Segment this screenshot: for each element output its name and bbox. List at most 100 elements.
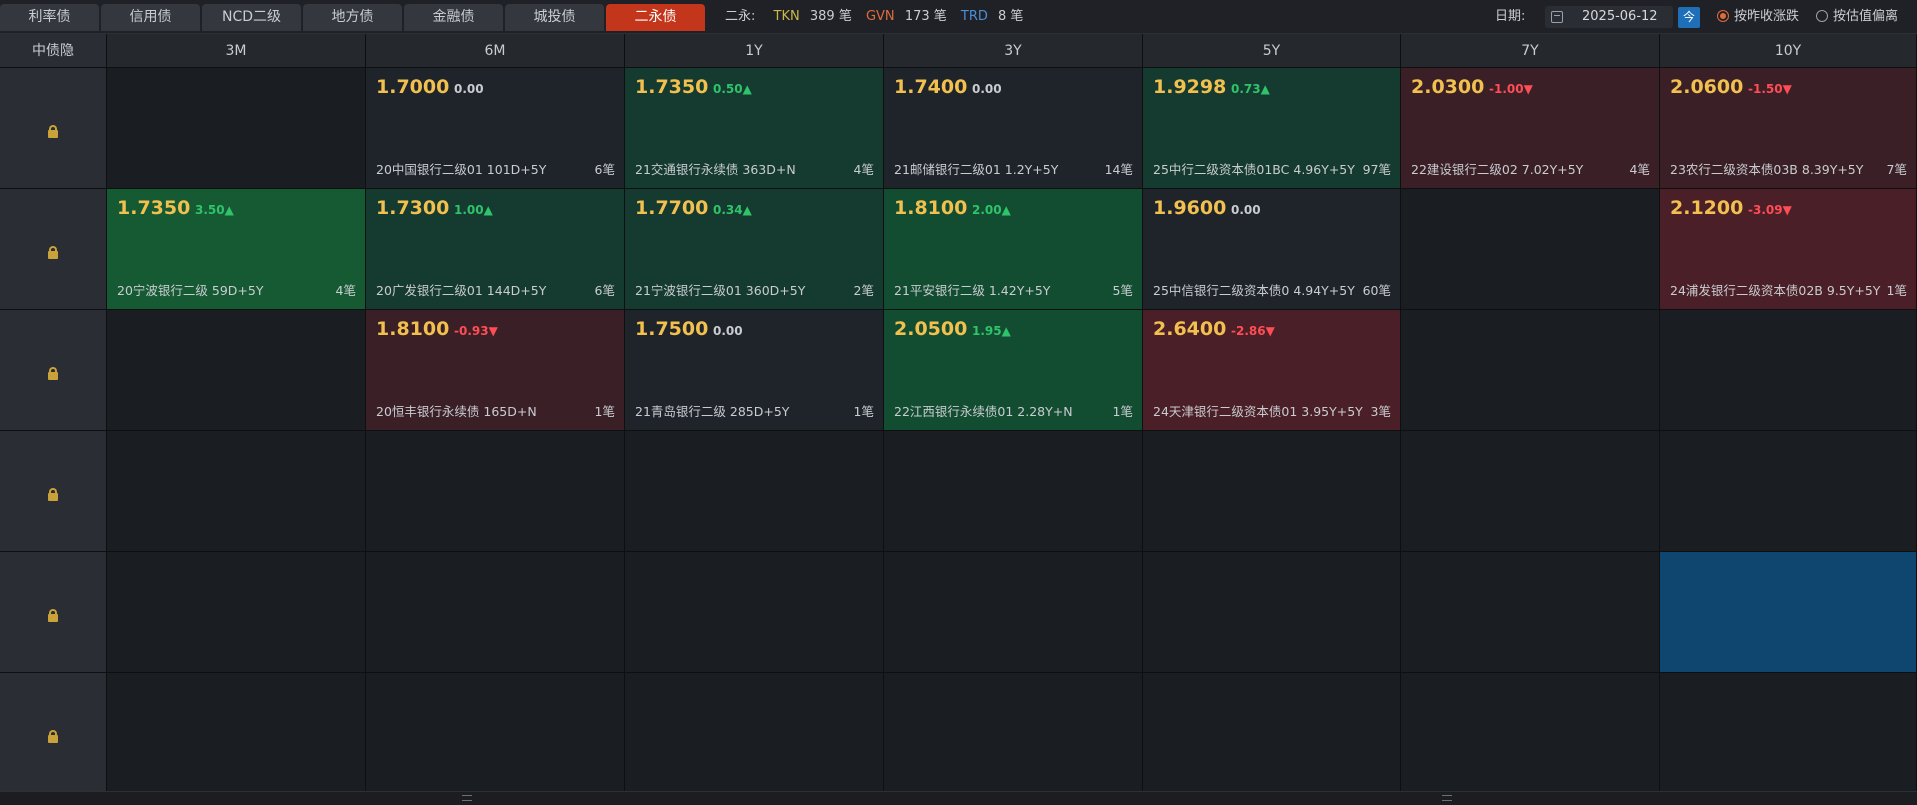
bond-cell[interactable]: 1.8100 -0.93▼ 20恒丰银行永续债 165D+N 1笔 (366, 310, 625, 431)
radio-by-valuation[interactable]: 按估值偏离 (1816, 0, 1898, 34)
bond-name: 22江西银行永续债01 2.28Y+N (894, 404, 1073, 419)
bond-cell[interactable]: 2.0300 -1.00▼ 22建设银行二级02 7.02Y+5Y 4笔 (1401, 68, 1660, 189)
bond-name: 24天津银行二级资本债01 3.95Y+5Y (1153, 404, 1363, 419)
column-header-5y[interactable]: 5Y (1143, 34, 1401, 68)
bond-cell[interactable]: 1.7700 0.34▲ 21宁波银行二级01 360D+5Y 2笔 (625, 189, 884, 310)
column-header-7y[interactable]: 7Y (1401, 34, 1660, 68)
lock-icon[interactable] (48, 245, 58, 259)
splitter-handle[interactable] (1442, 795, 1452, 801)
yield-change: 2.00▲ (972, 203, 1011, 217)
tab-1[interactable]: 信用债 (101, 4, 200, 31)
yield-change: -1.00▼ (1489, 82, 1533, 96)
yield-price: 1.7000 (376, 76, 450, 98)
lock-icon[interactable] (48, 608, 58, 622)
lock-icon[interactable] (48, 124, 58, 138)
yield-price: 1.8100 (894, 197, 968, 219)
empty-cell (625, 552, 884, 673)
yield-price: 2.0300 (1411, 76, 1485, 98)
tab-4[interactable]: 金融债 (404, 4, 503, 31)
trade-count: 4笔 (1629, 162, 1650, 177)
tab-5[interactable]: 城投债 (505, 4, 604, 31)
bond-cell[interactable]: 1.7000 0.00 20中国银行二级01 101D+5Y 6笔 (366, 68, 625, 189)
empty-cell (884, 552, 1143, 673)
category-tabs: 利率债 信用债 NCD二级 地方债 金融债 城投债 二永债 (0, 4, 707, 34)
yield-change: -1.50▼ (1748, 82, 1792, 96)
date-picker[interactable]: 2025-06-12 (1545, 6, 1673, 28)
gvn-count: 173 笔 (904, 9, 947, 24)
tab-6[interactable]: 二永债 (606, 4, 705, 31)
trade-count: 2笔 (853, 283, 874, 298)
trade-count: 4笔 (853, 162, 874, 177)
row-header (0, 431, 107, 552)
tab-0[interactable]: 利率债 (0, 4, 99, 31)
date-label: 日期: (1495, 9, 1526, 24)
bond-cell[interactable]: 2.1200 -3.09▼ 24浦发银行二级资本债02B 9.5Y+5Y 1笔 (1660, 189, 1917, 310)
trade-count: 7笔 (1886, 162, 1907, 177)
empty-cell (366, 552, 625, 673)
lock-icon[interactable] (48, 366, 58, 380)
bond-cell[interactable]: 1.9600 0.00 25中信银行二级资本债0 4.94Y+5Y 60笔 (1143, 189, 1401, 310)
trade-count: 97笔 (1362, 162, 1391, 177)
column-header-6m[interactable]: 6M (366, 34, 625, 68)
empty-cell (107, 68, 366, 189)
column-header-3m[interactable]: 3M (107, 34, 366, 68)
bond-name: 21邮储银行二级01 1.2Y+5Y (894, 162, 1059, 177)
bond-name: 20广发银行二级01 144D+5Y (376, 283, 547, 298)
yield-change: 0.00 (713, 324, 743, 338)
row-header (0, 673, 107, 794)
trade-count: 1笔 (1886, 283, 1907, 298)
radio-by-prev-close[interactable]: 按昨收涨跌 (1717, 0, 1799, 34)
yield-change: 0.00 (454, 82, 484, 96)
bond-cell[interactable]: 1.7500 0.00 21青岛银行二级 285D+5Y 1笔 (625, 310, 884, 431)
empty-cell (1660, 552, 1917, 673)
bond-cell[interactable]: 1.8100 2.00▲ 21平安银行二级 1.42Y+5Y 5笔 (884, 189, 1143, 310)
yield-price: 1.7350 (117, 197, 191, 219)
empty-cell (1401, 310, 1660, 431)
yield-change: 0.00 (1231, 203, 1261, 217)
trade-count: 1笔 (1112, 404, 1133, 419)
bottom-scrollbar[interactable] (0, 791, 1917, 805)
yield-price: 2.1200 (1670, 197, 1744, 219)
tab-2[interactable]: NCD二级 (202, 4, 301, 31)
tab-3[interactable]: 地方债 (303, 4, 402, 31)
yield-price: 1.7350 (635, 76, 709, 98)
bond-name: 20恒丰银行永续债 165D+N (376, 404, 537, 419)
yield-price: 1.8100 (376, 318, 450, 340)
trade-count: 4笔 (335, 283, 356, 298)
yield-price: 2.0600 (1670, 76, 1744, 98)
radio-unselected-icon (1816, 9, 1828, 22)
bond-name: 25中行二级资本债01BC 4.96Y+5Y (1153, 162, 1355, 177)
empty-cell (1401, 673, 1660, 794)
bond-cell[interactable]: 2.0500 1.95▲ 22江西银行永续债01 2.28Y+N 1笔 (884, 310, 1143, 431)
lock-icon[interactable] (48, 487, 58, 501)
yield-change: -2.86▼ (1231, 324, 1275, 338)
yield-change: 0.50▲ (713, 82, 752, 96)
column-header-10y[interactable]: 10Y (1660, 34, 1917, 68)
bond-name: 22建设银行二级02 7.02Y+5Y (1411, 162, 1584, 177)
empty-cell (1660, 431, 1917, 552)
bond-cell[interactable]: 1.7400 0.00 21邮储银行二级01 1.2Y+5Y 14笔 (884, 68, 1143, 189)
yield-change: -0.93▼ (454, 324, 498, 338)
lock-icon[interactable] (48, 729, 58, 743)
bond-cell[interactable]: 2.6400 -2.86▼ 24天津银行二级资本债01 3.95Y+5Y 3笔 (1143, 310, 1401, 431)
yield-price: 1.9600 (1153, 197, 1227, 219)
bond-cell[interactable]: 1.7350 0.50▲ 21交通银行永续债 363D+N 4笔 (625, 68, 884, 189)
column-header-1y[interactable]: 1Y (625, 34, 884, 68)
trade-count: 1笔 (853, 404, 874, 419)
splitter-handle[interactable] (462, 795, 472, 801)
row-header (0, 552, 107, 673)
bond-cell[interactable]: 1.7350 3.50▲ 20宁波银行二级 59D+5Y 4笔 (107, 189, 366, 310)
empty-cell (1401, 431, 1660, 552)
yield-price: 1.7500 (635, 318, 709, 340)
empty-cell (884, 431, 1143, 552)
yield-price: 1.7700 (635, 197, 709, 219)
bond-cell[interactable]: 2.0600 -1.50▼ 23农行二级资本债03B 8.39Y+5Y 7笔 (1660, 68, 1917, 189)
column-header-3y[interactable]: 3Y (884, 34, 1143, 68)
today-button[interactable]: 今 (1678, 7, 1700, 28)
empty-cell (1143, 431, 1401, 552)
yield-change: 0.34▲ (713, 203, 752, 217)
bond-name: 21交通银行永续债 363D+N (635, 162, 796, 177)
trd-count: 8 笔 (998, 9, 1024, 24)
bond-cell[interactable]: 1.9298 0.73▲ 25中行二级资本债01BC 4.96Y+5Y 97笔 (1143, 68, 1401, 189)
bond-cell[interactable]: 1.7300 1.00▲ 20广发银行二级01 144D+5Y 6笔 (366, 189, 625, 310)
